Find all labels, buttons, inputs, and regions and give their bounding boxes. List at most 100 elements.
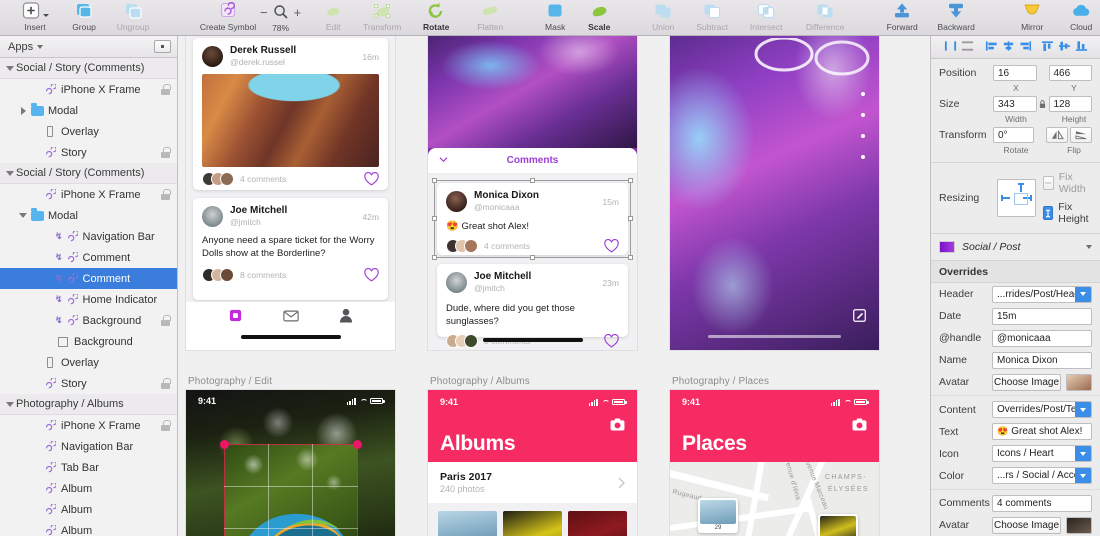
cloud-button[interactable]: Cloud xyxy=(1059,1,1100,35)
crop-handle-top-left[interactable] xyxy=(220,440,229,449)
aspect-lock-icon[interactable] xyxy=(1037,99,1049,109)
page-selector[interactable]: Apps xyxy=(8,41,44,53)
layer-row[interactable]: Modal xyxy=(0,205,177,226)
artboard-social-feed[interactable]: Derek Russell @derek.russel 16m 4 commen… xyxy=(186,36,395,350)
comment-count[interactable]: 4 comments xyxy=(240,174,286,184)
ungroup-button[interactable]: Ungroup xyxy=(106,1,160,35)
distribute-horizontally-button[interactable] xyxy=(943,40,958,55)
map-view[interactable]: CHAMPS- ÉLYSÉES Avenue d'Iéna Avenue Mar… xyxy=(670,462,879,536)
insert-button[interactable]: Insert xyxy=(8,1,62,35)
size-height-input[interactable]: 128 xyxy=(1048,96,1092,112)
comment-card[interactable]: Joe Mitchell @jmitch 23m Dude, where did… xyxy=(437,264,628,348)
crop-area[interactable] xyxy=(224,444,358,536)
overrides-list[interactable]: Header ...rrides/Post/Header Date 15m @handl… xyxy=(931,283,1100,536)
override-text-input[interactable]: @monicaaa xyxy=(992,329,1092,347)
fix-height-checkbox[interactable] xyxy=(1042,206,1054,220)
layer-row[interactable]: Overlay xyxy=(0,121,177,142)
layer-row[interactable]: ↯ Background xyxy=(0,310,177,331)
artboard-social-story-comments[interactable]: Comments Monica Dixon @monicaaa 15m 😍 Gr… xyxy=(428,36,637,350)
layer-row[interactable]: Tab Bar xyxy=(0,457,177,478)
disclosure-triangle-open[interactable] xyxy=(17,213,29,218)
create-symbol-button[interactable]: Create Symbol xyxy=(196,1,260,35)
resizing-constraints[interactable] xyxy=(997,179,1036,217)
backward-button[interactable]: Backward xyxy=(929,1,983,35)
compose-icon[interactable] xyxy=(853,309,866,322)
flip-vertical-button[interactable] xyxy=(1070,127,1092,143)
artboard-label-photography-albums[interactable]: Photography / Albums xyxy=(430,376,530,387)
album-row[interactable]: Paris 2017 240 photos xyxy=(428,462,637,503)
chevron-down-icon[interactable] xyxy=(1075,468,1091,483)
flip-horizontal-button[interactable] xyxy=(1046,127,1068,143)
lock-icon[interactable] xyxy=(161,420,171,431)
comment-card-selected[interactable]: Monica Dixon @monicaaa 15m 😍 Great shot … xyxy=(437,183,628,255)
filter-layers-button[interactable] xyxy=(154,40,171,53)
avatar-thumbnail[interactable] xyxy=(1066,373,1092,391)
layer-group-row[interactable]: Social / Story (Comments) xyxy=(0,58,177,79)
choose-image-button[interactable]: Choose Image xyxy=(992,373,1061,391)
comment-count[interactable]: 8 comments xyxy=(240,270,286,280)
align-middle-button[interactable] xyxy=(1057,40,1072,55)
difference-button[interactable]: Difference xyxy=(793,1,857,35)
avatar-thumbnail[interactable] xyxy=(1066,516,1092,534)
lock-icon[interactable] xyxy=(161,189,171,200)
rotate-button[interactable]: Rotate xyxy=(409,1,463,35)
layer-row[interactable]: Overlay xyxy=(0,352,177,373)
layer-group-row[interactable]: Photography / Albums xyxy=(0,394,177,415)
album-thumb[interactable] xyxy=(503,511,562,536)
heart-icon[interactable] xyxy=(604,239,619,253)
chevron-down-icon[interactable] xyxy=(1075,402,1091,417)
fix-width-row[interactable]: Fix Width xyxy=(1042,171,1092,195)
camera-icon[interactable] xyxy=(610,418,625,431)
layer-row[interactable]: ↯ Comment xyxy=(0,247,177,268)
layer-row[interactable]: iPhone X Frame xyxy=(0,79,177,100)
camera-icon[interactable] xyxy=(852,418,867,431)
post-card[interactable]: Derek Russell @derek.russel 16m 4 commen… xyxy=(193,38,388,190)
post-card[interactable]: Joe Mitchell @jmitch 42m Anyone need a s… xyxy=(193,198,388,300)
position-x-input[interactable]: 16 xyxy=(993,65,1037,81)
layer-row[interactable]: ↯ Navigation Bar xyxy=(0,226,177,247)
override-text-input[interactable]: 4 comments xyxy=(992,494,1092,512)
align-bottom-button[interactable] xyxy=(1074,40,1089,55)
override-text-input[interactable]: 15m xyxy=(992,307,1092,325)
artboard-social-story[interactable] xyxy=(670,36,879,350)
align-center-button[interactable] xyxy=(1001,40,1016,55)
lock-icon[interactable] xyxy=(161,378,171,389)
layer-row[interactable]: Story xyxy=(0,373,177,394)
artboard-label-photography-edit[interactable]: Photography / Edit xyxy=(188,376,272,387)
album-thumb[interactable] xyxy=(568,511,627,536)
layer-row[interactable]: iPhone X Frame xyxy=(0,184,177,205)
override-select[interactable]: ...rs / Social / Accent xyxy=(992,467,1092,484)
zoom-out-button[interactable]: − xyxy=(260,6,268,19)
mask-button[interactable]: Mask xyxy=(533,1,577,35)
union-button[interactable]: Union xyxy=(641,1,685,35)
tab-profile[interactable] xyxy=(339,308,353,326)
align-top-button[interactable] xyxy=(1040,40,1055,55)
override-text-input[interactable]: Monica Dixon xyxy=(992,351,1092,369)
layer-list[interactable]: Social / Story (Comments) iPhone X Frame M… xyxy=(0,58,177,536)
fix-width-checkbox[interactable] xyxy=(1042,176,1054,190)
album-thumb[interactable] xyxy=(438,511,497,536)
symbol-selector[interactable]: Social / Post xyxy=(931,234,1100,261)
zoom-in-button[interactable]: + xyxy=(294,6,302,19)
zoom-control[interactable]: − + 78% xyxy=(260,3,301,33)
disclosure-triangle-closed[interactable] xyxy=(17,106,29,115)
disclosure-triangle-open[interactable] xyxy=(4,401,16,407)
crop-handle-top-right[interactable] xyxy=(353,440,362,449)
layer-row[interactable]: Background xyxy=(0,331,177,352)
rotate-input[interactable]: 0° xyxy=(993,127,1034,143)
lock-icon[interactable] xyxy=(161,147,171,158)
layer-row[interactable]: iPhone X Frame xyxy=(0,415,177,436)
size-width-input[interactable]: 343 xyxy=(993,96,1037,112)
layer-row[interactable]: Album xyxy=(0,478,177,499)
magnifier-icon[interactable] xyxy=(273,4,289,20)
align-right-button[interactable] xyxy=(1018,40,1033,55)
map-pin[interactable]: 29 xyxy=(698,498,738,533)
lock-icon[interactable] xyxy=(161,84,171,95)
chevron-down-icon[interactable] xyxy=(439,157,448,162)
layer-group-row[interactable]: Social / Story (Comments) xyxy=(0,163,177,184)
layer-row[interactable]: Navigation Bar xyxy=(0,436,177,457)
choose-image-button[interactable]: Choose Image xyxy=(992,516,1061,534)
layer-row[interactable]: Album xyxy=(0,499,177,520)
heart-icon[interactable] xyxy=(364,268,379,282)
distribute-vertically-button[interactable] xyxy=(960,40,975,55)
